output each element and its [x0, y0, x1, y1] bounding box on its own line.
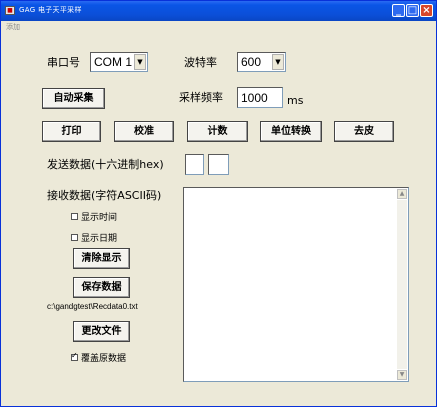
- clear-display-button[interactable]: 清除显示: [73, 248, 130, 269]
- chevron-down-icon[interactable]: ▼: [134, 54, 146, 70]
- chevron-down-icon[interactable]: ▼: [272, 54, 284, 70]
- auto-sample-button[interactable]: 自动采集: [42, 88, 105, 109]
- window-title: GAG 电子天平采样: [19, 6, 82, 14]
- print-button[interactable]: 打印: [42, 121, 101, 142]
- scrollbar[interactable]: [397, 200, 407, 369]
- menu-bar: 添加: [1, 21, 436, 33]
- send-input-1[interactable]: [185, 154, 204, 175]
- main-window: ■ GAG 电子天平采样 _ □ × 添加 串口号 COM 1 ▼ 波特率 60…: [0, 0, 437, 407]
- overwrite-label: 覆盖原数据: [81, 354, 127, 364]
- title-bar[interactable]: ■ GAG 电子天平采样 _ □ ×: [1, 1, 436, 21]
- menu-item-add[interactable]: 添加: [6, 22, 20, 32]
- baud-value: 600: [241, 55, 262, 69]
- send-input-2[interactable]: [208, 154, 229, 175]
- sample-rate-value: 1000: [241, 91, 268, 105]
- send-label: 发送数据(十六进制hex): [47, 158, 164, 171]
- show-time-label: 显示时间: [81, 213, 118, 223]
- port-select[interactable]: COM 1 ▼: [90, 52, 148, 72]
- baud-label: 波特率: [184, 56, 217, 69]
- save-data-button[interactable]: 保存数据: [73, 277, 130, 298]
- sample-rate-unit: ms: [287, 94, 304, 107]
- maximize-button[interactable]: □: [406, 4, 419, 17]
- port-label: 串口号: [47, 56, 80, 69]
- close-button[interactable]: ×: [420, 4, 433, 17]
- file-path: c:\gandgtest\Recdata0.txt: [47, 302, 138, 311]
- show-time-checkbox[interactable]: [71, 213, 78, 220]
- sample-rate-input[interactable]: 1000: [237, 87, 283, 108]
- show-date-label: 显示日期: [81, 234, 118, 244]
- overwrite-checkbox[interactable]: [71, 351, 78, 361]
- calibrate-button[interactable]: 校准: [114, 121, 174, 142]
- minimize-button[interactable]: _: [392, 4, 405, 17]
- baud-select[interactable]: 600 ▼: [237, 52, 286, 72]
- port-value: COM 1: [94, 55, 133, 69]
- count-button[interactable]: 计数: [187, 121, 248, 142]
- receive-textarea[interactable]: ▲ ▼: [183, 187, 409, 382]
- receive-label: 接收数据(字符ASCII码): [47, 189, 162, 202]
- show-date-checkbox[interactable]: [71, 234, 78, 241]
- scroll-up-icon[interactable]: ▲: [397, 189, 407, 199]
- scroll-down-icon[interactable]: ▼: [397, 370, 407, 380]
- sample-rate-label: 采样频率: [179, 91, 223, 104]
- app-icon: ■: [5, 6, 15, 15]
- tare-button[interactable]: 去皮: [334, 121, 394, 142]
- change-file-button[interactable]: 更改文件: [73, 321, 130, 342]
- unit-convert-button[interactable]: 单位转换: [260, 121, 322, 142]
